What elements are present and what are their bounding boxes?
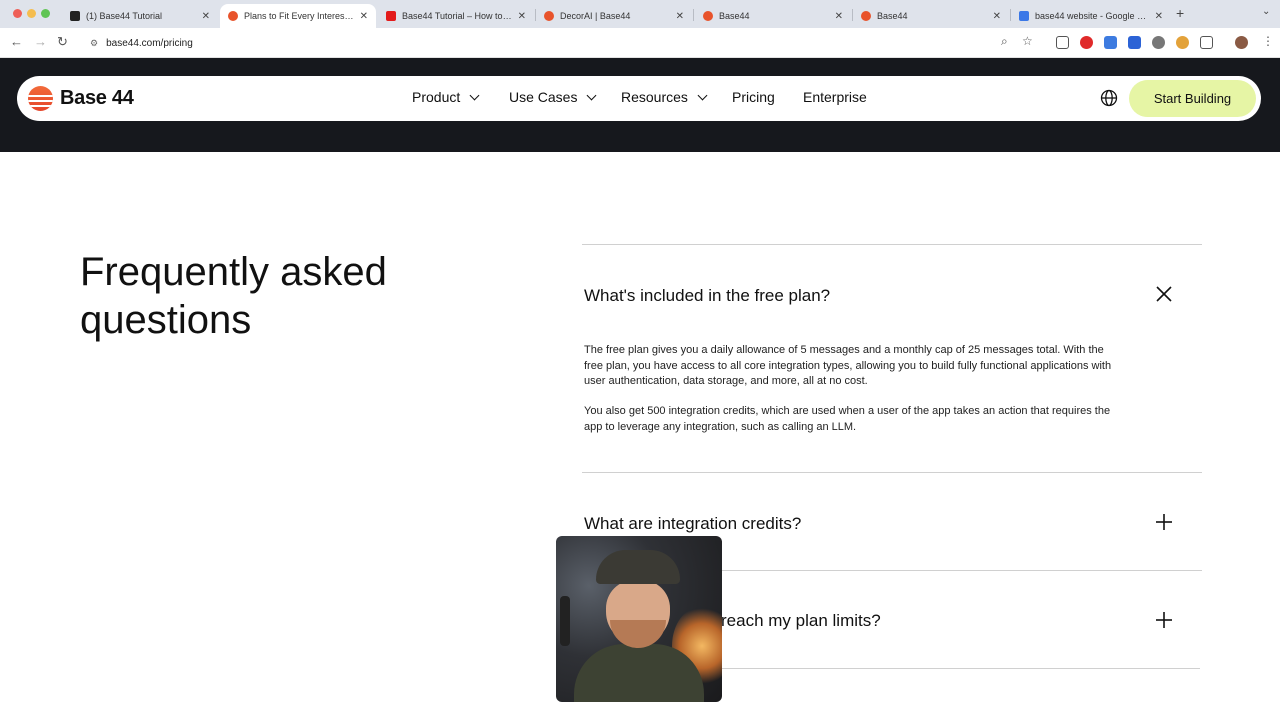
browser-menu-icon[interactable]: ⋮ [1262,34,1274,48]
presenter-cap [596,550,680,584]
faq-answer: The free plan gives you a daily allowanc… [584,344,1112,387]
faq-question[interactable]: What's included in the free plan? [584,286,830,306]
nav-enterprise[interactable]: Enterprise [803,89,867,105]
tab-separator [693,9,694,21]
chevron-down-icon [587,90,597,100]
extensions-puzzle-icon[interactable] [1200,36,1213,49]
screenshot-extension-icon[interactable] [1056,36,1069,49]
nav-pricing[interactable]: Pricing [732,89,775,105]
faq-title: Frequently asked questions [80,250,387,342]
start-building-button[interactable]: Start Building [1129,80,1256,117]
browser-tab-bar: (1) Base44 Tutorial ✕ Plans to Fit Every… [0,0,1280,28]
window-zoom-button[interactable] [41,9,50,18]
nav-use-cases[interactable]: Use Cases [509,89,597,105]
close-tab-icon[interactable]: ✕ [1155,11,1163,22]
google-docs-icon [1019,11,1029,21]
browser-tab[interactable]: Base44 Tutorial – How to build ✕ [378,4,534,28]
close-tab-icon[interactable]: ✕ [993,11,1001,22]
divider [582,472,1202,473]
browser-tab[interactable]: Base44 ✕ [853,4,1009,28]
site-info-icon[interactable]: ⚙ [90,38,98,49]
zoom-icon[interactable]: ⌕ [1001,34,1008,49]
webcam-overlay [556,536,722,702]
browser-toolbar: ← → ↻ ⚙ base44.com/pricing ⌕ ☆ ⋮ [0,28,1280,58]
close-tab-icon[interactable]: ✕ [835,11,843,22]
divider [582,244,1202,245]
microphone [560,596,570,646]
extension-icon[interactable] [1104,36,1117,49]
tab-separator [535,9,536,21]
base44-icon [861,11,871,21]
tab-separator [852,9,853,21]
chevron-down-icon [697,90,708,100]
close-tab-icon[interactable]: ✕ [360,11,368,22]
faq-question[interactable]: What are integration credits? [584,514,801,534]
forward-icon[interactable]: → [34,34,47,49]
site-navbar: Base 44 Product Use Cases Resources Pric… [17,76,1261,121]
youtube-icon [386,11,396,21]
adblock-extension-icon[interactable] [1080,36,1093,49]
base44-icon [228,11,238,21]
close-tab-icon[interactable]: ✕ [202,11,210,22]
address-bar[interactable]: ⚙ base44.com/pricing [80,32,1040,54]
chevron-down-icon [469,90,480,100]
translate-extension-icon[interactable] [1128,36,1141,49]
extension-icon[interactable] [1152,36,1165,49]
plus-icon[interactable] [1155,513,1173,531]
bookmark-star-icon[interactable]: ☆ [1022,34,1033,48]
base44-icon [544,11,554,21]
window-close-button[interactable] [13,9,22,18]
faq-answer: You also get 500 integration credits, wh… [584,405,1111,433]
new-tab-icon[interactable]: + [1176,5,1184,21]
close-tab-icon[interactable]: ✕ [518,11,526,22]
base44-logo-icon [28,86,53,111]
globe-icon[interactable] [1100,89,1118,107]
nav-product[interactable]: Product [412,89,480,105]
browser-tab-active[interactable]: Plans to Fit Every Interest | Base44 ✕ [220,4,376,28]
window-minimize-button[interactable] [27,9,36,18]
tab-search-icon[interactable]: ⌄ [1262,6,1270,17]
plus-icon[interactable] [1155,611,1173,629]
extension-icon[interactable] [1176,36,1189,49]
logo-text: Base 44 [60,87,134,109]
profile-avatar[interactable] [1235,36,1248,49]
nav-resources[interactable]: Resources [621,89,708,105]
browser-tab[interactable]: (1) Base44 Tutorial ✕ [62,4,218,28]
reload-icon[interactable]: ↻ [57,34,68,50]
browser-tab[interactable]: Base44 ✕ [695,4,851,28]
notion-icon [70,11,80,21]
close-tab-icon[interactable]: ✕ [676,11,684,22]
browser-tab[interactable]: base44 website - Google Docs ✕ [1011,4,1171,28]
browser-tab[interactable]: DecorAI | Base44 ✕ [536,4,692,28]
tab-separator [1010,9,1011,21]
back-icon[interactable]: ← [10,34,23,49]
close-icon[interactable] [1155,285,1173,303]
site-logo[interactable]: Base 44 [28,86,134,111]
base44-icon [703,11,713,21]
